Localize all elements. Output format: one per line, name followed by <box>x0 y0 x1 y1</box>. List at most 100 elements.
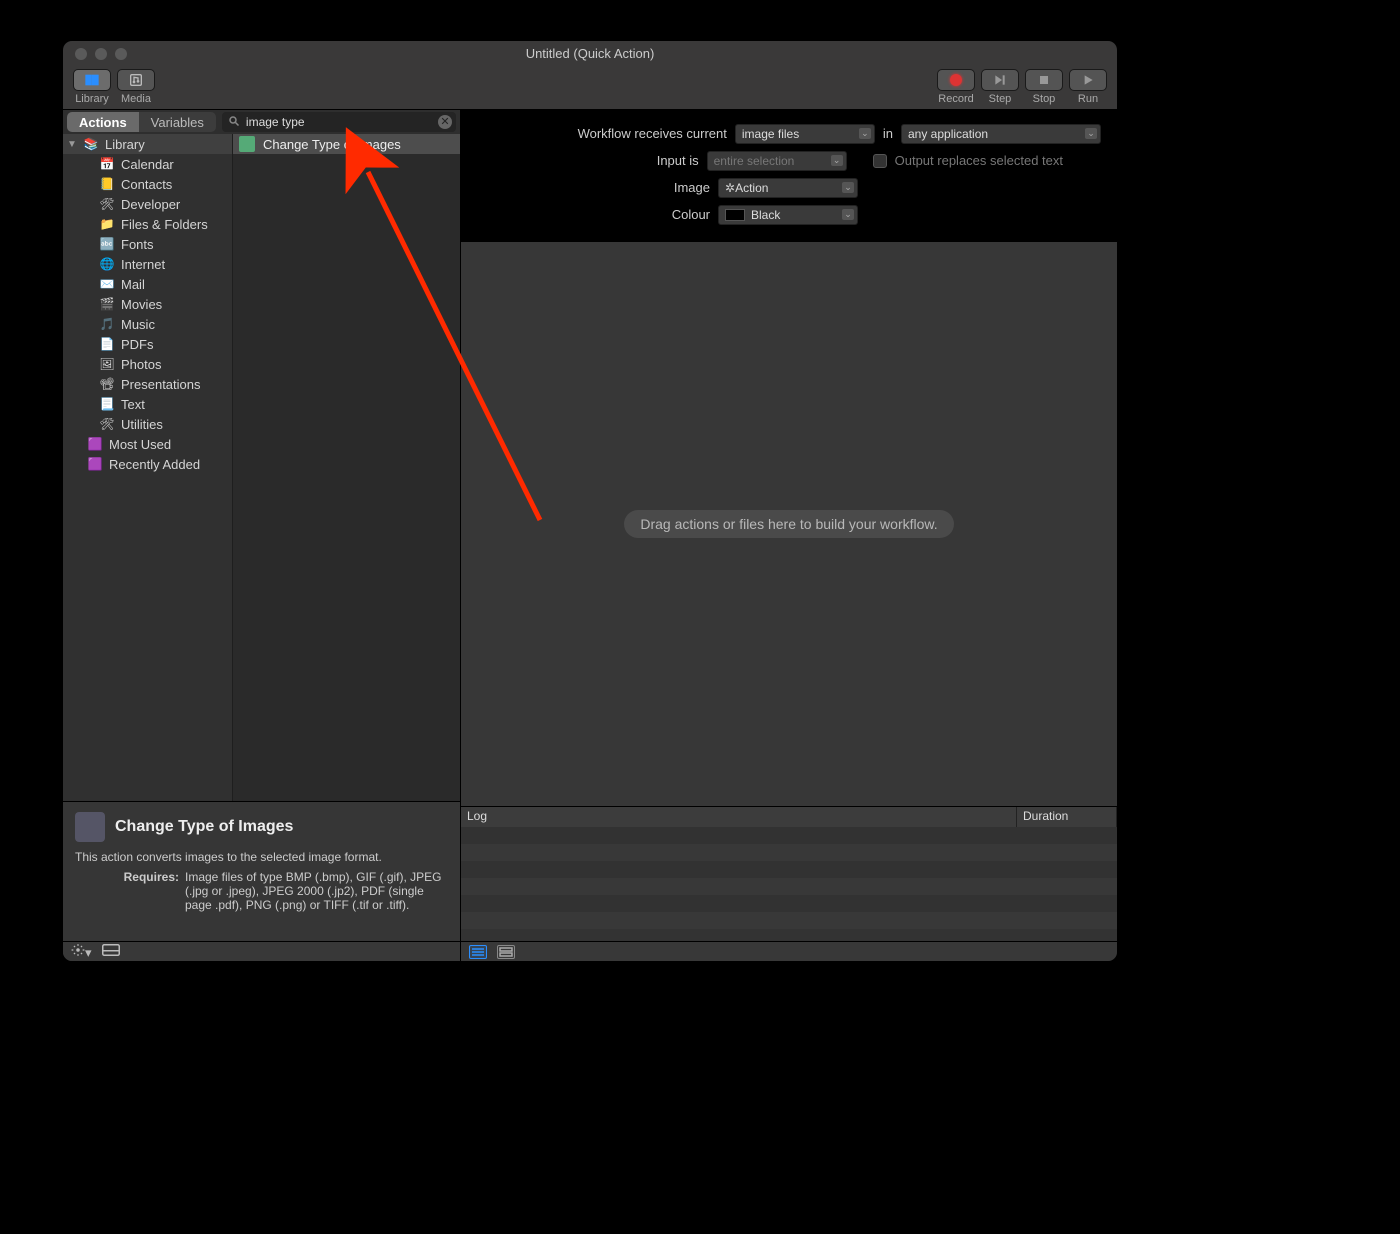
sidebar-item-label: PDFs <box>121 337 154 352</box>
input-is-label: Input is <box>657 153 699 168</box>
run-button[interactable]: Run <box>1069 69 1107 105</box>
library-icon: 📚 <box>83 136 99 152</box>
sidebar-item[interactable]: 📁Files & Folders <box>63 214 232 234</box>
input-is-select[interactable]: entire selection⌄ <box>707 151 847 171</box>
category-icon: 📄 <box>99 336 115 352</box>
action-result-label: Change Type of Images <box>263 137 401 152</box>
stop-button-label: Stop <box>1033 93 1056 105</box>
in-label: in <box>883 126 893 141</box>
colour-select[interactable]: Black⌄ <box>718 205 858 225</box>
sidebar-item[interactable]: 📃Text <box>63 394 232 414</box>
chevron-down-icon: ⌄ <box>1085 128 1097 139</box>
titlebar: Untitled (Quick Action) <box>63 41 1117 66</box>
sidebar-item[interactable]: 🔤 Fonts <box>63 234 232 254</box>
receives-label: Workflow receives current <box>578 126 727 141</box>
sidebar-item-label: Music <box>121 317 155 332</box>
sidebar-item-label: Files & Folders <box>121 217 208 232</box>
workflow-pane: Workflow receives current image files⌄ i… <box>461 110 1117 961</box>
sidebar-item[interactable]: 🛠Utilities <box>63 414 232 434</box>
sidebar-item[interactable]: 🖼 Photos <box>63 354 232 374</box>
library-root-label: Library <box>105 137 145 152</box>
sidebar-item[interactable]: 🎬Movies <box>63 294 232 314</box>
library-category-list[interactable]: ▼ 📚 Library 📅Calendar📒Contacts🛠Developer… <box>63 134 233 801</box>
traffic-lights <box>63 48 127 60</box>
record-button[interactable]: Record <box>937 69 975 105</box>
step-button[interactable]: Step <box>981 69 1019 105</box>
action-large-icon <box>75 812 105 842</box>
workflow-canvas[interactable]: Drag actions or files here to build your… <box>461 242 1117 806</box>
log-rows <box>461 827 1117 941</box>
sidebar-item-label: Developer <box>121 197 180 212</box>
sidebar-item[interactable]: 📄 PDFs <box>63 334 232 354</box>
sidebar-item[interactable]: 🌐 Internet <box>63 254 232 274</box>
log-row <box>461 844 1117 861</box>
automator-window: Untitled (Quick Action) Library Media Re… <box>63 41 1117 961</box>
toggle-description-button[interactable] <box>102 944 120 959</box>
clear-search-button[interactable]: ✕ <box>438 115 452 129</box>
sidebar-item[interactable]: 🛠Developer <box>63 194 232 214</box>
log-row <box>461 861 1117 878</box>
category-icon: 📅 <box>99 156 115 172</box>
image-select[interactable]: ✲ Action⌄ <box>718 178 858 198</box>
log-column-header[interactable]: Log <box>461 807 1017 827</box>
zoom-window-button[interactable] <box>115 48 127 60</box>
media-button[interactable]: Media <box>117 69 155 105</box>
in-application-select[interactable]: any application⌄ <box>901 124 1101 144</box>
disclosure-triangle-icon[interactable]: ▼ <box>67 139 77 150</box>
sidebar-item-label: Calendar <box>121 157 174 172</box>
sidebar-item-label: Fonts <box>121 237 154 252</box>
log-row <box>461 878 1117 895</box>
sidebar-item-label: Contacts <box>121 177 172 192</box>
action-result-item[interactable]: Change Type of Images <box>233 134 460 154</box>
category-icon: ✉️ <box>99 276 115 292</box>
stop-button[interactable]: Stop <box>1025 69 1063 105</box>
gear-menu-button[interactable]: ▾ <box>71 943 92 961</box>
colour-label: Colour <box>672 207 710 222</box>
sidebar-item-label: Photos <box>121 357 161 372</box>
duration-column-header[interactable]: Duration <box>1017 807 1117 827</box>
window-title: Untitled (Quick Action) <box>63 46 1117 61</box>
sidebar-item[interactable]: 📅 Calendar <box>63 154 232 174</box>
sidebar-item[interactable]: 🎵Music <box>63 314 232 334</box>
sidebar-item[interactable]: ✉️Mail <box>63 274 232 294</box>
close-window-button[interactable] <box>75 48 87 60</box>
tab-variables[interactable]: Variables <box>139 112 216 132</box>
tab-actions[interactable]: Actions <box>67 112 139 132</box>
category-icon: 🔤 <box>99 236 115 252</box>
requires-text: Image files of type BMP (.bmp), GIF (.gi… <box>185 870 448 912</box>
minimize-window-button[interactable] <box>95 48 107 60</box>
action-summary: This action converts images to the selec… <box>75 850 448 864</box>
sidebar-item[interactable]: 📒Contacts <box>63 174 232 194</box>
category-icon: 🖼 <box>99 356 115 372</box>
sidebar-item-recently-added[interactable]: 🟪 Recently Added <box>63 454 232 474</box>
sidebar-item-label: Most Used <box>109 437 171 452</box>
view-mode-grid-button[interactable] <box>497 945 515 959</box>
toolbar: Library Media Record Step Stop Run <box>63 66 1117 110</box>
requires-label: Requires: <box>75 870 185 912</box>
library-toggle-label: Library <box>75 93 109 105</box>
view-mode-list-button[interactable] <box>469 945 487 959</box>
library-toggle-button[interactable]: Library <box>73 69 111 105</box>
canvas-placeholder: Drag actions or files here to build your… <box>624 510 953 538</box>
library-pane: Actions Variables ✕ ▼ 📚 Library <box>63 110 461 961</box>
action-description-panel: Change Type of Images This action conver… <box>63 801 460 941</box>
workflow-config: Workflow receives current image files⌄ i… <box>461 110 1117 242</box>
category-icon: 📃 <box>99 396 115 412</box>
right-footer <box>461 941 1117 961</box>
log-row <box>461 895 1117 912</box>
search-input[interactable] <box>222 112 456 132</box>
library-root[interactable]: ▼ 📚 Library <box>63 134 232 154</box>
sidebar-item-label: Movies <box>121 297 162 312</box>
log-row <box>461 827 1117 844</box>
step-button-label: Step <box>989 93 1012 105</box>
sidebar-item-most-used[interactable]: 🟪 Most Used <box>63 434 232 454</box>
output-replaces-checkbox[interactable] <box>873 154 887 168</box>
category-icon: 🛠 <box>99 416 115 432</box>
category-icon: 🌐 <box>99 256 115 272</box>
chevron-down-icon: ⌄ <box>842 209 854 220</box>
action-results-list[interactable]: Change Type of Images <box>233 134 460 801</box>
chevron-down-icon: ⌄ <box>842 182 854 193</box>
sidebar-item[interactable]: 📽Presentations <box>63 374 232 394</box>
receives-select[interactable]: image files⌄ <box>735 124 875 144</box>
sidebar-item-label: Internet <box>121 257 165 272</box>
